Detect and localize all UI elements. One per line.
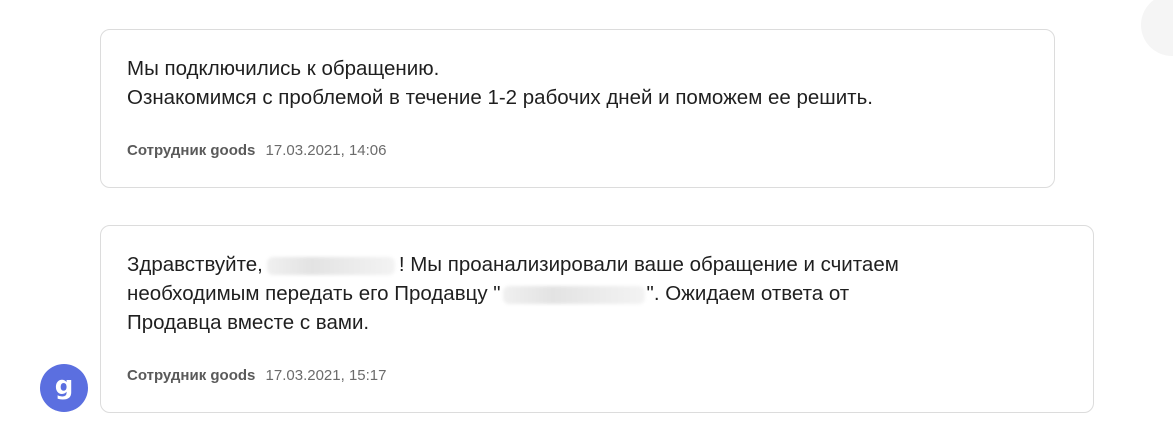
chat-thread: Мы подключились к обращению. Ознакомимся… [0, 0, 1173, 429]
message-text-part: необходимым передать его Продавцу " [127, 282, 501, 305]
message-text-part: ! Мы проанализировали ваше обращение и с… [398, 253, 899, 276]
message-author: Сотрудник goods [127, 142, 256, 159]
redacted-customer-name [266, 256, 395, 275]
redacted-seller-name [502, 285, 645, 304]
message-author: Сотрудник goods [127, 367, 256, 384]
message-meta: Сотрудник goods 17.03.2021, 14:06 [127, 142, 387, 160]
message-line: Мы подключились к обращению. [127, 57, 440, 80]
message-bubble-1: Мы подключились к обращению. Ознакомимся… [100, 29, 1055, 188]
message-bubble-2: Здравствуйте, ! Мы проанализировали ваше … [100, 225, 1094, 413]
message-line: Продавца вместе с вами. [127, 311, 370, 334]
edge-circle-decoration [1141, 0, 1173, 56]
message-text: Мы подключились к обращению. Ознакомимся… [127, 54, 1028, 112]
avatar: g [40, 364, 88, 412]
message-line: Здравствуйте, ! Мы проанализировали ваше … [127, 250, 1067, 279]
message-timestamp: 17.03.2021, 14:06 [265, 142, 387, 159]
message-line: Ознакомимся с проблемой в течение 1-2 ра… [127, 86, 873, 109]
avatar-letter: g [54, 371, 74, 401]
greeting-text: Здравствуйте, [127, 253, 263, 276]
message-text-part: ". Ожидаем ответа от [646, 282, 850, 305]
message-text: Здравствуйте, ! Мы проанализировали ваше … [127, 250, 1067, 337]
message-line: необходимым передать его Продавцу " ". Ож… [127, 279, 1067, 308]
message-meta: Сотрудник goods 17.03.2021, 15:17 [127, 367, 387, 385]
message-timestamp: 17.03.2021, 15:17 [265, 367, 387, 384]
